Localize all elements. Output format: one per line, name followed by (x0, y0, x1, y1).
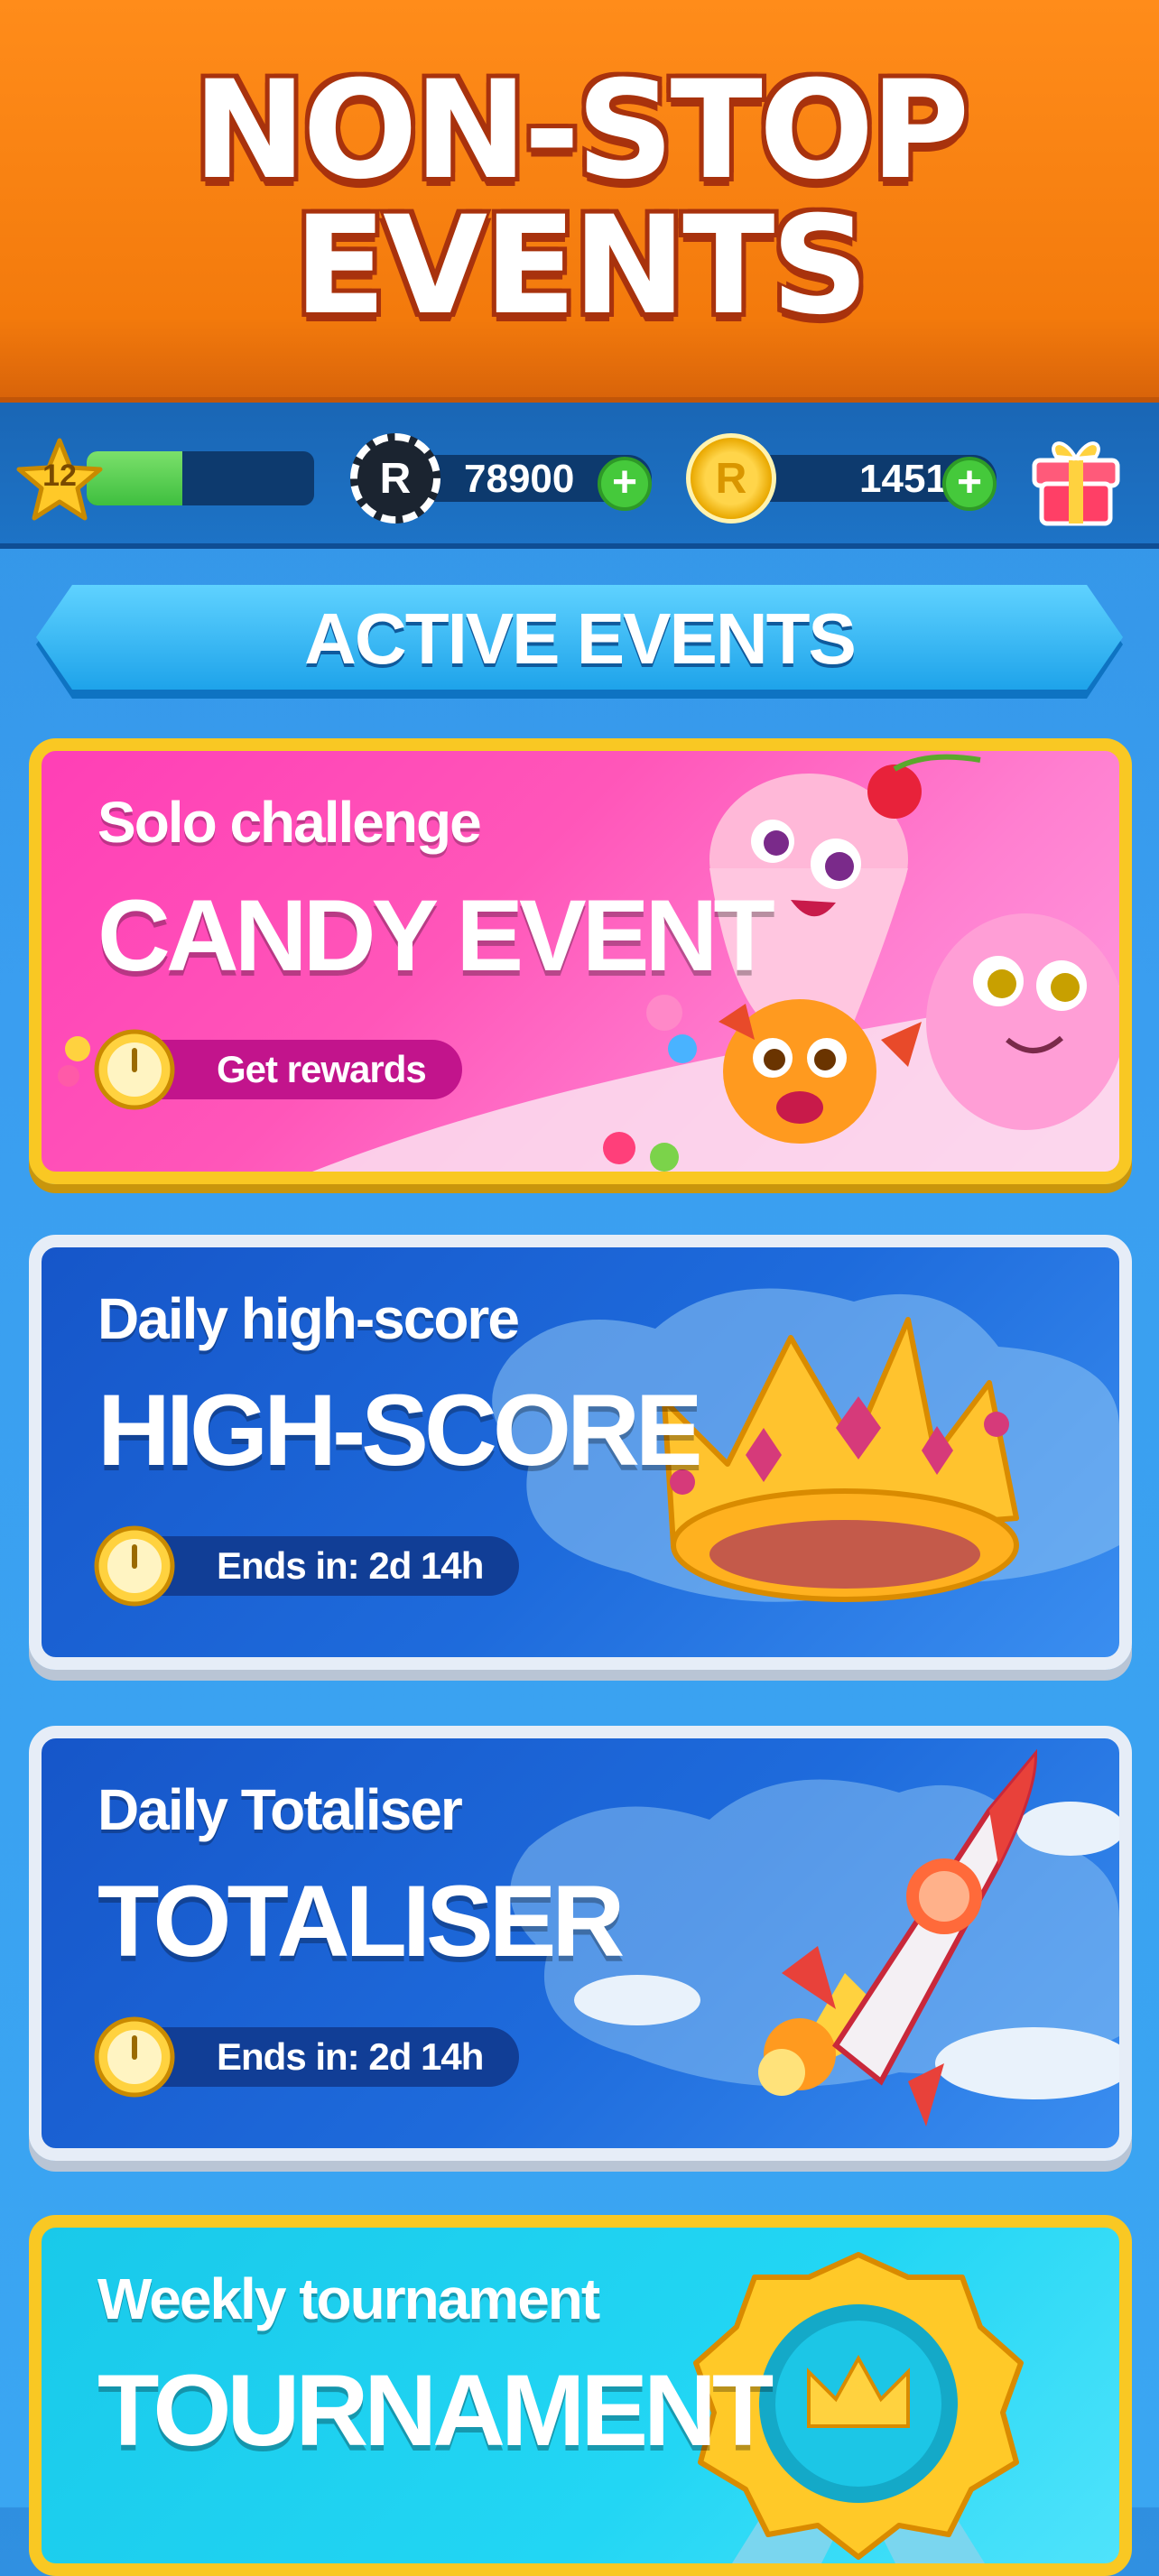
active-events-label: ACTIVE EVENTS (304, 598, 857, 679)
clock-icon (94, 2016, 175, 2098)
xp-progress-bar (87, 451, 314, 505)
active-events-header: ACTIVE EVENTS (36, 585, 1123, 704)
event-status: Get rewards (217, 1048, 427, 1090)
gift-icon[interactable] (1029, 426, 1123, 527)
event-card-tournament[interactable]: Weekly tournament TOURNAMENT (29, 2215, 1132, 2576)
event-subtitle: Daily high-score (97, 1286, 520, 1351)
event-subtitle: Solo challenge (97, 790, 482, 855)
event-title: TOTALISER (97, 1865, 625, 1978)
event-title: CANDY EVENT (97, 879, 775, 992)
add-chips-button[interactable]: + (598, 457, 652, 511)
coins-value: 1451 (859, 457, 948, 501)
banner-title-line2: EVENTS (293, 188, 869, 345)
clock-icon (94, 1029, 175, 1110)
event-status-pill: Ends in: 2d 14h (128, 2027, 520, 2087)
event-status: Ends in: 2d 14h (217, 2035, 484, 2078)
chip-icon: R (350, 433, 440, 524)
add-coins-button[interactable]: + (942, 457, 997, 511)
event-title: HIGH-SCORE (97, 1374, 703, 1487)
chips-value: 78900 (464, 457, 575, 501)
level-number: 12 (42, 459, 77, 493)
event-card-totaliser[interactable]: Daily Totaliser TOTALISER Ends in: 2d 14… (29, 1726, 1132, 2161)
event-status-pill: Ends in: 2d 14h (128, 1536, 520, 1596)
coin-icon: R (686, 433, 776, 524)
chip-letter: R (379, 454, 412, 503)
top-stats-bar: 12 R 78900 + R 1451 + (0, 403, 1159, 549)
clock-icon (94, 1525, 175, 1607)
event-subtitle: Weekly tournament (97, 2266, 600, 2331)
event-card-high-score[interactable]: Daily high-score HIGH-SCORE Ends in: 2d … (29, 1235, 1132, 1670)
promo-banner: NON-STOP EVENTS (0, 0, 1159, 397)
event-status-pill: Get rewards (128, 1040, 462, 1099)
banner-title-line1: NON-STOP (192, 52, 970, 209)
event-status: Ends in: 2d 14h (217, 1544, 484, 1587)
event-card-candy[interactable]: Solo challenge CANDY EVENT Get rewards (29, 738, 1132, 1184)
coin-letter: R (715, 454, 747, 503)
event-subtitle: Daily Totaliser (97, 1777, 463, 1842)
event-title: TOURNAMENT (97, 2354, 774, 2467)
